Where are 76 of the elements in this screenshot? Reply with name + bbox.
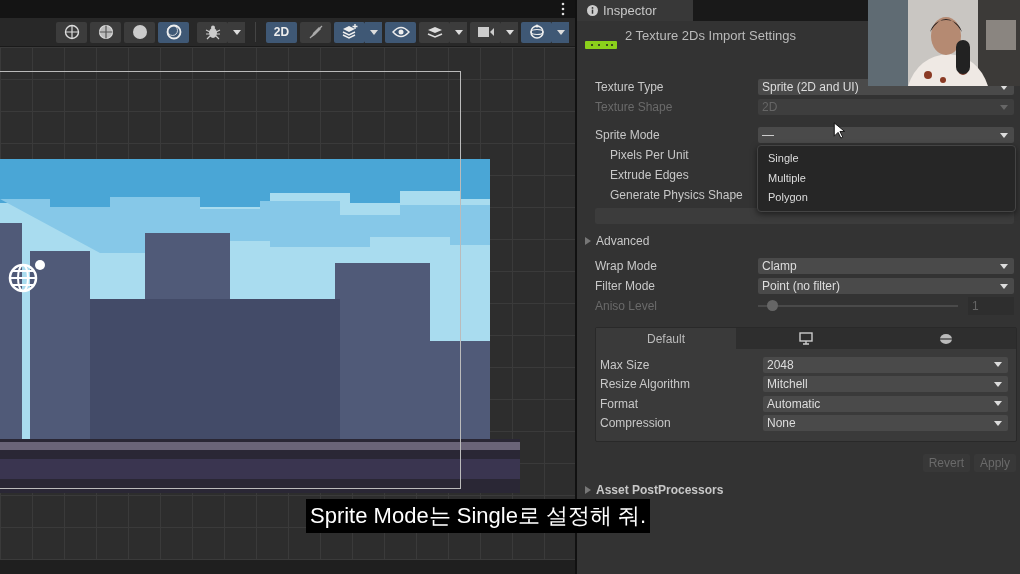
- foldout-header[interactable]: Asset PostProcessors: [585, 480, 1020, 500]
- caret-icon: [1000, 263, 1008, 269]
- toolbar-button[interactable]: [334, 21, 365, 43]
- dropdown-field[interactable]: Mitchell: [763, 376, 1008, 393]
- menu-item[interactable]: Polygon: [758, 188, 1015, 208]
- platform-icon: [939, 332, 953, 345]
- platform-tab[interactable]: [876, 328, 1016, 349]
- caret-icon: [454, 29, 463, 35]
- caret-icon: [505, 29, 514, 35]
- toolbar-button[interactable]: [56, 21, 87, 43]
- circle-icon: [131, 24, 148, 40]
- camera-icon: [476, 26, 495, 38]
- caret-icon: [994, 420, 1002, 426]
- layers-icon: [426, 24, 443, 40]
- field-label: Format: [600, 396, 639, 411]
- dropdown-field[interactable]: 2048: [763, 356, 1008, 373]
- dropdown-button[interactable]: [552, 21, 569, 43]
- toolbar-button[interactable]: [158, 21, 189, 43]
- texture-icon: [585, 41, 617, 49]
- dropdown-field[interactable]: None: [763, 415, 1008, 432]
- dropdown-field[interactable]: Clamp: [758, 258, 1014, 274]
- field-label: Filter Mode: [595, 279, 657, 293]
- expand-icon: [585, 486, 591, 494]
- dropdown-field[interactable]: —: [758, 127, 1014, 143]
- globe-icon: [63, 24, 80, 40]
- toolbar-button[interactable]: [197, 21, 228, 43]
- caret-icon: [556, 29, 565, 35]
- expand-icon: [585, 237, 591, 245]
- field-label: Max Size: [600, 357, 651, 372]
- toolbar-button[interactable]: [470, 21, 501, 43]
- field-label: Resize Algorithm: [600, 377, 692, 392]
- caret-icon: [1000, 132, 1008, 138]
- caret-icon: [994, 401, 1002, 407]
- field-label: Wrap Mode: [595, 259, 658, 273]
- field-label: Compression: [600, 416, 672, 431]
- gizmo-icon: [528, 24, 545, 40]
- caret-icon: [1000, 283, 1008, 289]
- menu-item[interactable]: Single: [758, 149, 1015, 169]
- dropdown-button[interactable]: [501, 21, 518, 43]
- inspector-title: 2 Texture 2Ds Import Settings: [625, 28, 796, 43]
- toolbar-button[interactable]: [419, 21, 450, 43]
- subtitle-caption: Sprite Mode는 Single로 설정해 줘.: [306, 499, 651, 533]
- platform-tab[interactable]: [736, 328, 876, 349]
- caret-icon: [994, 362, 1002, 368]
- inspector-tab[interactable]: Inspector: [577, 0, 693, 21]
- more-icon[interactable]: [561, 2, 565, 16]
- caret-icon: [369, 29, 378, 35]
- tab-label: Inspector: [603, 3, 657, 18]
- dropdown-button[interactable]: [365, 21, 382, 43]
- globe-icon: [8, 259, 46, 293]
- dropdown-field[interactable]: Automatic: [763, 395, 1008, 412]
- caret-icon: [994, 381, 1002, 387]
- bug-icon: [204, 24, 221, 40]
- field-label: Sprite Mode: [595, 128, 661, 142]
- dropdown-button[interactable]: [450, 21, 467, 43]
- eye-icon: [391, 26, 410, 38]
- toolbar-button[interactable]: [385, 21, 416, 43]
- globe-icon: [97, 24, 114, 40]
- dropdown-field[interactable]: Point (no filter): [758, 278, 1014, 294]
- mode-button[interactable]: 2D: [266, 21, 297, 43]
- field-label: Texture Type: [595, 80, 665, 94]
- info-icon: [587, 5, 598, 16]
- foldout-header[interactable]: Advanced: [585, 231, 1014, 251]
- cursor-icon: [833, 122, 845, 139]
- layers-plus-icon: [341, 24, 358, 40]
- pen-off-icon: [307, 24, 324, 40]
- toolbar-button[interactable]: [300, 21, 331, 43]
- dropdown-button[interactable]: [228, 21, 245, 43]
- toolbar-button[interactable]: [124, 21, 155, 43]
- monitor-icon: [799, 332, 813, 345]
- caret-icon: [232, 29, 241, 35]
- caret-icon: [1000, 104, 1008, 110]
- crescent-icon: [165, 24, 182, 40]
- toolbar-button[interactable]: [90, 21, 121, 43]
- toolbar-button[interactable]: [521, 21, 552, 43]
- menu-item[interactable]: Multiple: [758, 168, 1015, 188]
